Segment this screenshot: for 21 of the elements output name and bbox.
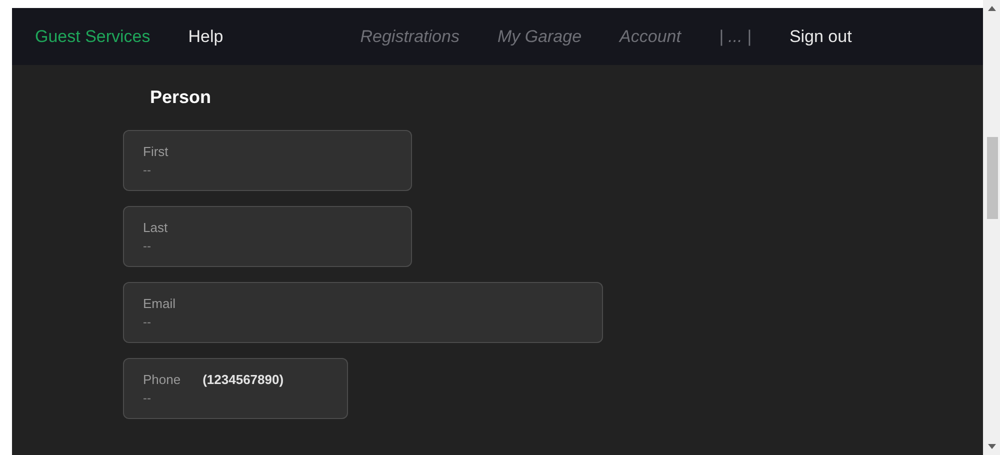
input-field[interactable]: Email --: [123, 282, 603, 343]
scroll-up-icon[interactable]: [988, 6, 996, 11]
field-hint: (1234567890): [202, 372, 284, 387]
input-field[interactable]: First --: [123, 130, 412, 191]
input-field[interactable]: Phone (1234567890) --: [123, 358, 348, 419]
field-value: --: [143, 163, 151, 177]
field-label: First: [143, 144, 168, 159]
scroll-down-icon[interactable]: [988, 444, 996, 449]
scrollbar[interactable]: [983, 0, 1000, 455]
nav-link[interactable]: Sign out: [789, 26, 852, 46]
field-value: --: [143, 391, 151, 405]
nav-link[interactable]: Guest Services: [35, 26, 150, 46]
input-field[interactable]: Last --: [123, 206, 412, 267]
section-title: Person: [150, 87, 212, 108]
field-value: --: [143, 239, 151, 253]
field-value: --: [143, 315, 151, 329]
field-label: Phone: [143, 372, 181, 387]
nav-link[interactable]: Help: [188, 26, 224, 46]
scroll-thumb[interactable]: [987, 137, 998, 219]
field-label: Last: [143, 220, 168, 235]
field-label: Email: [143, 296, 176, 311]
